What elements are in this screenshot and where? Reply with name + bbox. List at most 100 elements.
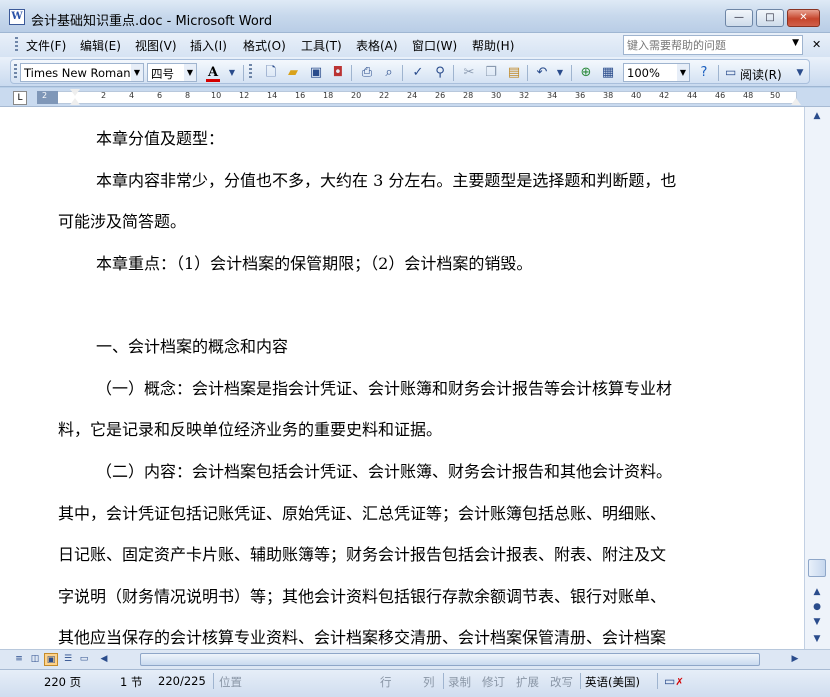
menu-help[interactable]: 帮助(H)	[472, 37, 514, 54]
close-document-icon[interactable]: ✕	[812, 38, 821, 51]
help-search-input[interactable]	[624, 36, 784, 54]
doc-line: 本章分值及题型：	[96, 129, 225, 148]
chevron-down-icon[interactable]: ▼	[184, 64, 196, 81]
zoom-combo[interactable]: 100% ▼	[623, 63, 690, 82]
cut-icon[interactable]: ✂	[460, 64, 478, 82]
ruler-tick: 40	[631, 91, 642, 100]
menu-grip-handle[interactable]	[15, 37, 18, 53]
font-name-combo[interactable]: Times New Roman ▼	[20, 63, 144, 82]
word-document-icon[interactable]: W	[9, 9, 25, 25]
ruler-tick: 6	[157, 91, 163, 100]
menu-tools[interactable]: 工具(T)	[301, 37, 342, 54]
minimize-button[interactable]: —	[725, 9, 753, 27]
ruler-tick: 26	[435, 91, 446, 100]
ruler-tick: 50	[770, 91, 781, 100]
research-icon[interactable]: ⚲	[431, 64, 449, 82]
status-separator	[657, 673, 658, 689]
first-line-indent-marker[interactable]	[70, 89, 80, 96]
ruler-tick: 30	[491, 91, 502, 100]
chevron-down-icon[interactable]: ▼	[551, 64, 569, 82]
menu-table[interactable]: 表格(A)	[356, 37, 398, 54]
hyperlink-icon[interactable]: ⊕	[577, 64, 595, 82]
scroll-down-icon[interactable]: ▼	[807, 630, 827, 648]
menu-bar: 文件(F) 编辑(E) 视图(V) 插入(I) 格式(O) 工具(T) 表格(A…	[0, 33, 830, 57]
chevron-down-icon[interactable]: ▼	[677, 64, 689, 81]
vertical-scrollbar[interactable]: ▲ ▲ ● ▼ ▼	[804, 107, 830, 649]
font-size-combo[interactable]: 四号 ▼	[147, 63, 197, 82]
permission-icon[interactable]: ◘	[329, 64, 347, 82]
chevron-down-icon[interactable]: ▼	[131, 64, 143, 81]
open-icon[interactable]: ▰	[284, 64, 302, 82]
status-revise[interactable]: 修订	[482, 674, 505, 690]
undo-icon[interactable]: ↶	[533, 64, 551, 82]
vertical-scroll-thumb[interactable]	[808, 559, 826, 577]
doc-line: （二）内容：会计档案包括会计凭证、会计账簿、财务会计报告和其他会计资料。	[96, 462, 673, 481]
menu-edit[interactable]: 编辑(E)	[80, 37, 121, 54]
web-layout-icon[interactable]: ◫	[28, 653, 42, 666]
document-page[interactable]: 本章分值及题型： 本章内容非常少，分值也不多，大约在 3 分左右。主要题型是选择…	[0, 107, 804, 649]
title-bar: W 会计基础知识重点.doc - Microsoft Word — □ ✕	[0, 0, 830, 33]
save-icon[interactable]: ▣	[307, 64, 325, 82]
toolbar-separator	[527, 65, 528, 81]
print-preview-icon[interactable]: ⌕	[380, 64, 398, 82]
chevron-down-icon[interactable]: ▼	[223, 64, 241, 82]
toolbar-band: Times New Roman ▼ 四号 ▼ A ▼ 🗋 ▰ ▣ ◘ ⎙ ⌕ ✓…	[10, 59, 810, 84]
spelling-icon[interactable]: ✓	[409, 64, 427, 82]
doc-line: （一）概念：会计档案是指会计凭证、会计账簿和财务会计报告等会计核算专业材	[96, 379, 673, 398]
status-position: 位置	[219, 675, 242, 689]
reading-layout-icon[interactable]: ▭	[77, 653, 91, 666]
print-layout-icon[interactable]: ▣	[44, 653, 58, 666]
read-button[interactable]: ▭ 阅读(R)	[723, 64, 785, 82]
horizontal-scroll-thumb[interactable]	[140, 653, 760, 666]
toolbar-options-icon[interactable]: ▼	[791, 64, 809, 82]
ruler-tick: 10	[211, 91, 222, 100]
ruler-tick: 46	[715, 91, 726, 100]
help-icon[interactable]: ?	[695, 64, 713, 82]
status-record[interactable]: 录制	[448, 674, 471, 690]
window-title: 会计基础知识重点.doc - Microsoft Word	[31, 14, 273, 29]
scroll-up-icon[interactable]: ▲	[807, 107, 827, 125]
scroll-down-icon[interactable]: ▼	[807, 613, 827, 631]
scroll-left-icon[interactable]: ◀	[97, 653, 111, 666]
ruler-tick: 8	[185, 91, 191, 100]
paste-icon[interactable]: ▤	[505, 64, 523, 82]
horizontal-ruler: L 2 2 4 6 8 10 12 14 16 18 20 22 24 26 2…	[0, 88, 830, 107]
toolbar-grip-handle[interactable]	[249, 64, 252, 79]
toolbar-grip-handle[interactable]	[14, 64, 17, 79]
tab-selector[interactable]: L	[13, 91, 27, 105]
font-color-swatch	[206, 79, 220, 82]
ruler-tick: 24	[407, 91, 418, 100]
hanging-indent-marker[interactable]	[70, 98, 80, 105]
status-overtype[interactable]: 改写	[550, 674, 573, 690]
toolbar-separator	[571, 65, 572, 81]
menu-insert[interactable]: 插入(I)	[190, 37, 227, 54]
status-language[interactable]: 英语(美国)	[585, 674, 640, 690]
ruler-tick: 2	[42, 91, 48, 100]
menu-file[interactable]: 文件(F)	[26, 37, 66, 54]
ruler-tick: 20	[351, 91, 362, 100]
close-button[interactable]: ✕	[787, 9, 820, 27]
right-indent-marker[interactable]	[791, 98, 801, 105]
ruler-tick: 32	[519, 91, 530, 100]
print-icon[interactable]: ⎙	[358, 64, 376, 82]
outline-view-icon[interactable]: ☰	[61, 653, 75, 666]
menu-view[interactable]: 视图(V)	[135, 37, 177, 54]
copy-icon[interactable]: ❐	[482, 64, 500, 82]
normal-view-icon[interactable]: ≡	[12, 653, 26, 666]
menu-window[interactable]: 窗口(W)	[412, 37, 457, 54]
help-question-box: ▼	[623, 35, 803, 55]
toolbar-separator	[351, 65, 352, 81]
chevron-down-icon[interactable]: ▼	[792, 38, 799, 48]
doc-line: 可能涉及简答题。	[58, 212, 187, 231]
ruler-margin	[37, 91, 58, 104]
ruler-tick: 28	[463, 91, 474, 100]
new-icon[interactable]: 🗋	[262, 64, 280, 82]
scroll-right-icon[interactable]: ▶	[788, 653, 802, 666]
spelling-status-icon[interactable]: ▭✗	[664, 674, 684, 688]
font-color-button[interactable]: A	[204, 64, 222, 82]
status-extend[interactable]: 扩展	[516, 674, 539, 690]
maximize-button[interactable]: □	[756, 9, 784, 27]
toolbar-separator	[718, 65, 719, 81]
menu-format[interactable]: 格式(O)	[243, 37, 286, 54]
table-icon[interactable]: ▦	[599, 64, 617, 82]
